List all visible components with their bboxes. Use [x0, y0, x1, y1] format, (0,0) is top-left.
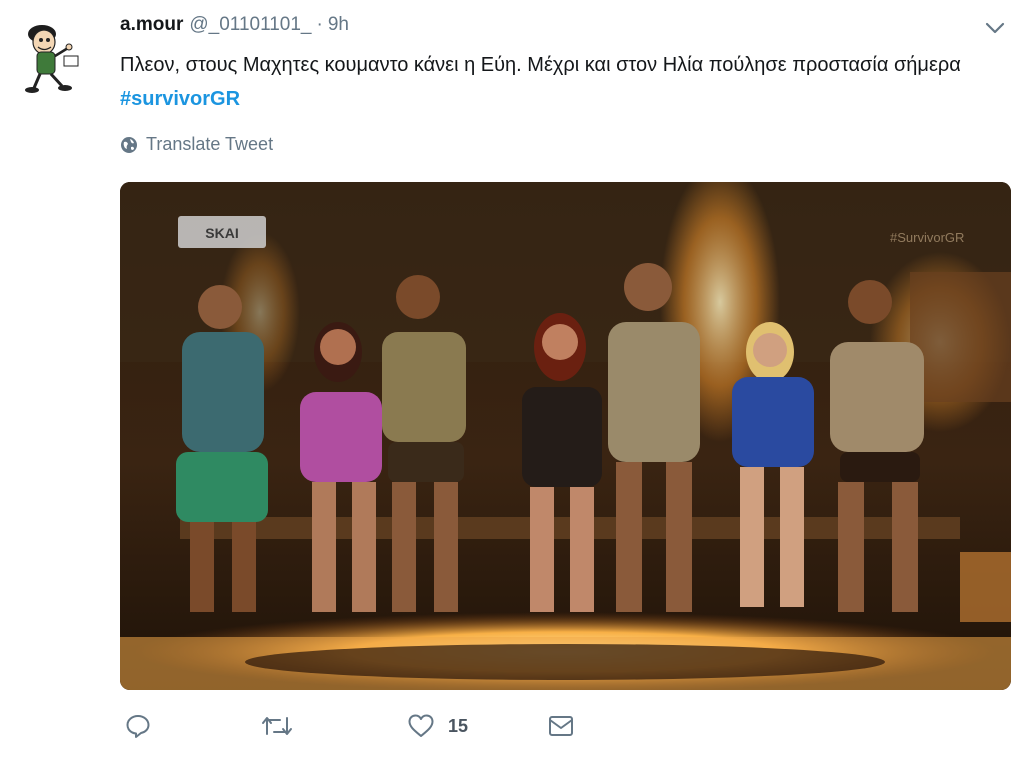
tweet-header: a.mour @_01101101_ · 9h [120, 14, 349, 38]
like-count: 15 [448, 715, 469, 736]
direct-message-button[interactable] [546, 712, 576, 740]
separator-dot: · [316, 14, 323, 35]
video-watermark: #SurvivorGR [890, 230, 964, 245]
retweet-button[interactable] [260, 712, 294, 740]
tweet: a.mour @_01101101_ · 9h Πλεον, στους Μαχ… [0, 0, 1024, 758]
chevron-down-icon[interactable] [984, 20, 1006, 36]
globe-icon [121, 136, 137, 153]
channel-logo: SKAI [205, 225, 238, 241]
like-button[interactable]: 15 [406, 712, 468, 740]
envelope-icon [549, 716, 573, 736]
tweet-actions: 15 [120, 712, 720, 748]
hashtag-link[interactable]: #survivorGR [120, 88, 240, 110]
translate-label: Translate Tweet [146, 134, 274, 154]
user-handle[interactable]: @_01101101_ [189, 14, 311, 36]
translate-tweet-link[interactable]: Translate Tweet [120, 134, 273, 155]
display-name[interactable]: a.mour [120, 14, 183, 36]
timestamp[interactable]: 9h [328, 14, 349, 36]
reply-icon [126, 715, 150, 738]
avatar[interactable] [20, 14, 88, 94]
tweet-text-main: Πλεον, στους Μαχητες κουμαντο κάνει η Εύ… [120, 54, 961, 76]
reply-button[interactable] [124, 712, 152, 740]
retweet-icon [262, 717, 292, 735]
tweet-media-image[interactable]: SKAI #SurvivorGR [120, 182, 1011, 690]
heart-icon [408, 714, 434, 737]
tweet-text: Πλεον, στους Μαχητες κουμαντο κάνει η Εύ… [120, 48, 990, 116]
